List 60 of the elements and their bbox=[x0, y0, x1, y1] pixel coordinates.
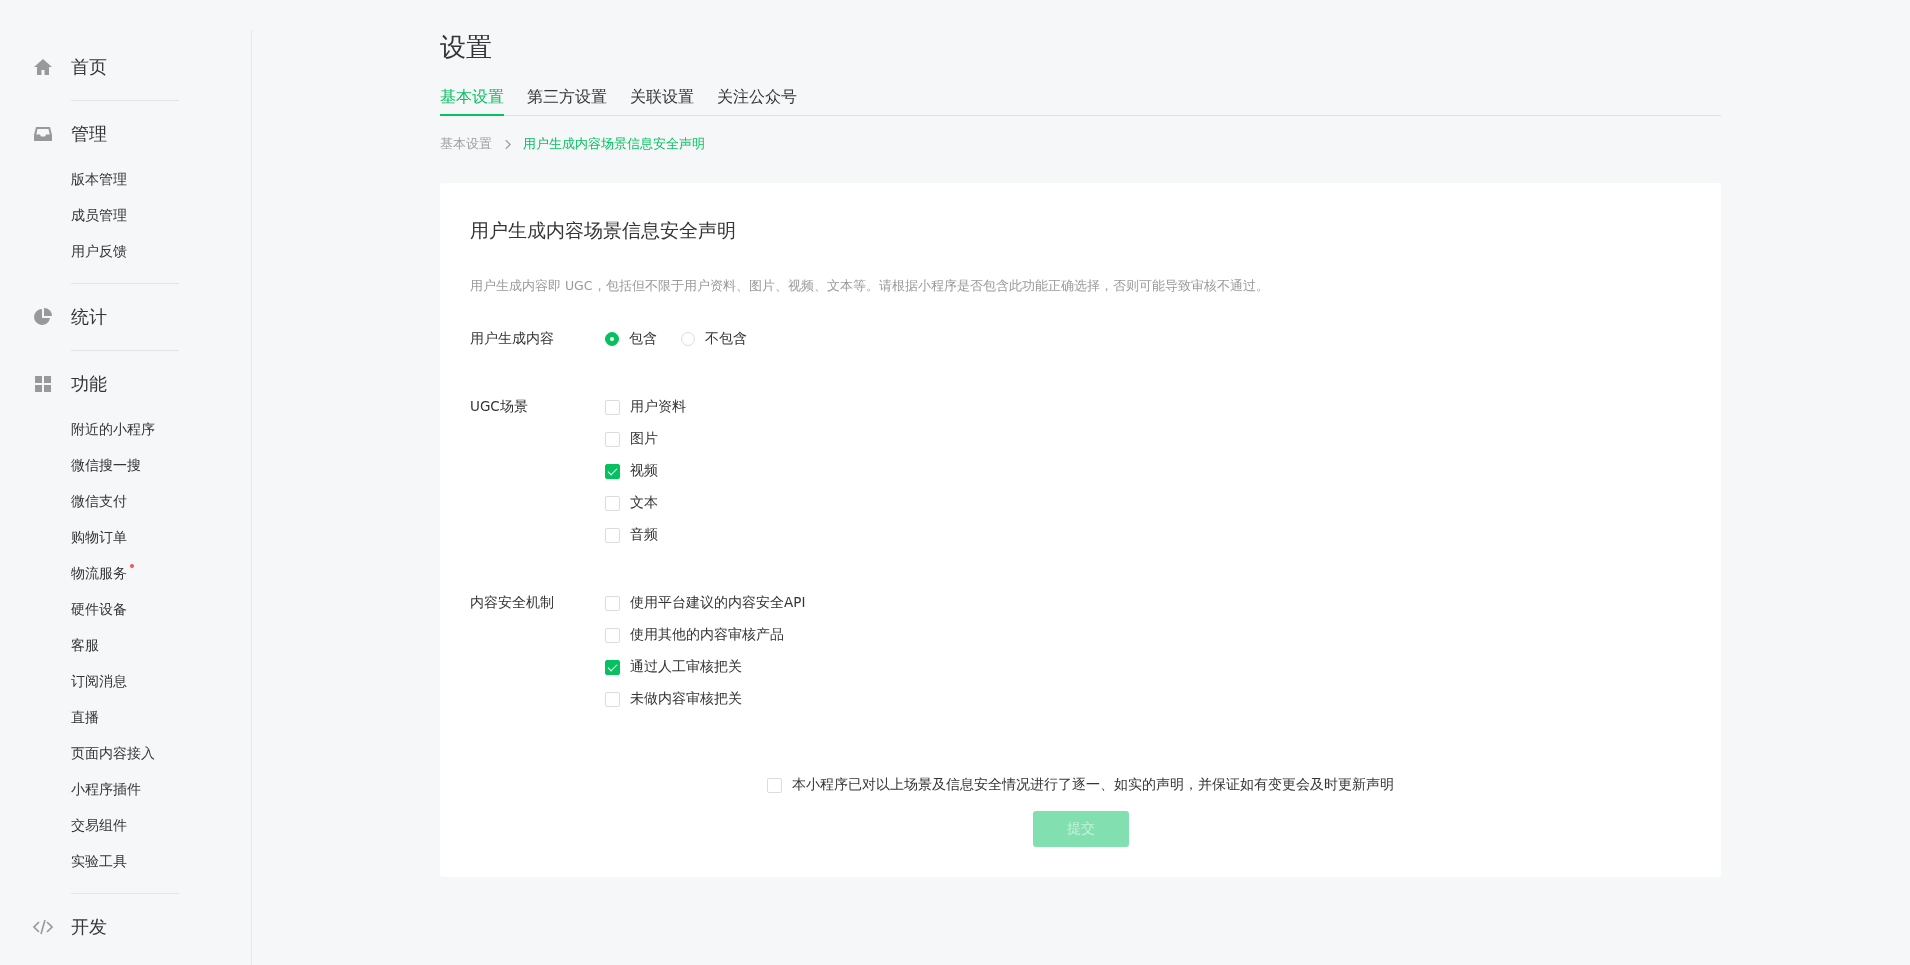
tab[interactable]: 关注公众号 bbox=[717, 87, 797, 116]
option-label: 未做内容审核把关 bbox=[630, 690, 742, 708]
option-label: 用户资料 bbox=[630, 398, 686, 416]
nav-item-link[interactable]: 页面内容接入 bbox=[71, 745, 155, 763]
declaration-text: 本小程序已对以上场景及信息安全情况进行了逐一、如实的声明，并保证如有变更会及时更新声明 bbox=[792, 776, 1394, 794]
option-label: 不包含 bbox=[705, 330, 747, 348]
checkbox[interactable] bbox=[767, 777, 782, 793]
checkbox[interactable] bbox=[605, 659, 620, 675]
grid-icon bbox=[33, 374, 53, 394]
nav-item-link[interactable]: 微信支付 bbox=[71, 493, 127, 511]
nav-item-link[interactable]: 交易组件 bbox=[71, 817, 127, 835]
option-label: 包含 bbox=[629, 330, 657, 348]
option-label: 图片 bbox=[630, 430, 658, 448]
option-label: 文本 bbox=[630, 494, 658, 512]
nav-item-link[interactable]: 小程序插件 bbox=[71, 781, 141, 799]
code-icon bbox=[33, 917, 53, 937]
checkbox[interactable] bbox=[605, 399, 620, 415]
breadcrumb-current: 用户生成内容场景信息安全声明 bbox=[523, 135, 705, 153]
nav-group-link[interactable]: 开发 bbox=[71, 915, 107, 939]
home-icon bbox=[33, 57, 53, 77]
nav-item-link[interactable]: 成员管理 bbox=[71, 207, 127, 225]
option-label: 音频 bbox=[630, 526, 658, 544]
tab[interactable]: 第三方设置 bbox=[527, 87, 607, 116]
nav-item-link[interactable]: 附近的小程序 bbox=[71, 421, 155, 439]
option-label: 视频 bbox=[630, 462, 658, 480]
nav-group-link[interactable]: 统计 bbox=[71, 305, 107, 329]
tab[interactable]: 关联设置 bbox=[630, 87, 694, 116]
nav-item-link[interactable]: 版本管理 bbox=[71, 171, 127, 189]
nav-item-link[interactable]: 客服 bbox=[71, 637, 99, 655]
option-label: 通过人工审核把关 bbox=[630, 658, 742, 676]
nav-item-link[interactable]: 用户反馈 bbox=[71, 243, 127, 261]
card-title: 用户生成内容场景信息安全声明 bbox=[470, 218, 737, 243]
nav-item-link[interactable]: 订阅消息 bbox=[71, 673, 127, 691]
tray-icon bbox=[33, 124, 53, 144]
checkbox[interactable] bbox=[605, 463, 620, 479]
checkbox[interactable] bbox=[605, 527, 620, 543]
option-label: 使用平台建议的内容安全API bbox=[630, 594, 806, 612]
checkbox[interactable] bbox=[605, 495, 620, 511]
radio-button[interactable] bbox=[605, 332, 619, 346]
nav-group-link[interactable]: 管理 bbox=[71, 122, 107, 146]
nav-item-link[interactable]: 购物订单 bbox=[71, 529, 127, 547]
option-label: 使用其他的内容审核产品 bbox=[630, 626, 784, 644]
nav-item-link[interactable]: 物流服务 bbox=[71, 565, 127, 583]
checkbox[interactable] bbox=[605, 627, 620, 643]
nav-group-link[interactable]: 首页 bbox=[71, 55, 107, 79]
page-title: 设置 bbox=[440, 31, 493, 64]
chevron-right-icon bbox=[504, 138, 511, 150]
field-label: 内容安全机制 bbox=[470, 594, 555, 612]
nav-item-link[interactable]: 硬件设备 bbox=[71, 601, 127, 619]
nav-item-link[interactable]: 实验工具 bbox=[71, 853, 127, 871]
nav-item-link[interactable]: 直播 bbox=[71, 709, 99, 727]
checkbox[interactable] bbox=[605, 431, 620, 447]
description-text: 用户生成内容即 UGC，包括但不限于用户资料、图片、视频、文本等。请根据小程序是否包含此功能正确选择，否则可能导致审核不通过。 bbox=[470, 278, 1270, 295]
field-label: UGC场景 bbox=[470, 398, 529, 416]
field-label: 用户生成内容 bbox=[470, 330, 555, 348]
checkbox[interactable] bbox=[605, 595, 620, 611]
checkbox[interactable] bbox=[605, 691, 620, 707]
pie-chart-icon bbox=[33, 307, 53, 327]
nav-item-link[interactable]: 微信搜一搜 bbox=[71, 457, 141, 475]
nav-group-link[interactable]: 功能 bbox=[71, 372, 107, 396]
